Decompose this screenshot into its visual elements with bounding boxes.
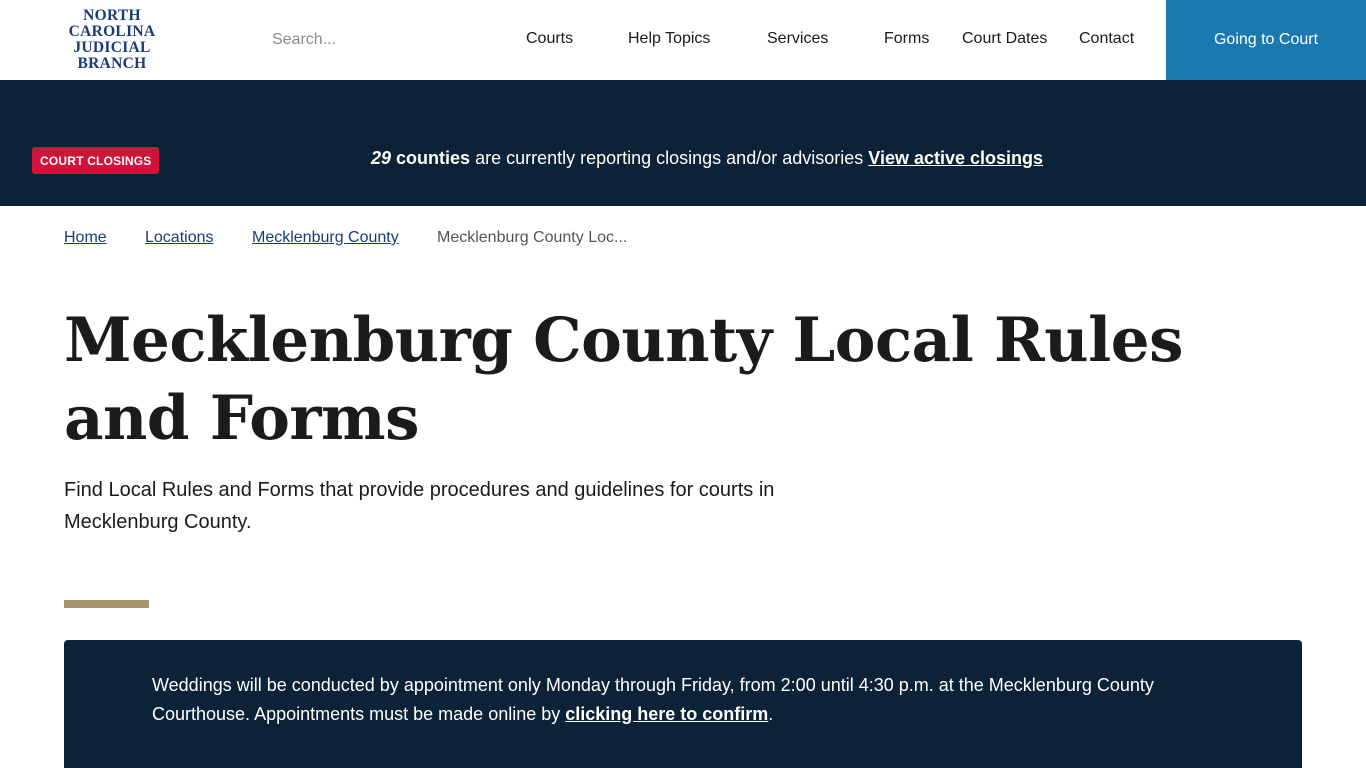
- nav-item-courts[interactable]: Courts: [526, 30, 573, 48]
- logo-line: JUDICIAL: [73, 39, 151, 56]
- closings-count: 29: [371, 148, 392, 168]
- view-active-closings-link[interactable]: View active closings: [868, 148, 1043, 168]
- page-title: Mecklenburg County Local Rules and Forms: [64, 305, 1183, 454]
- breadcrumb-current: Mecklenburg County Loc...: [437, 229, 628, 246]
- going-to-court-button[interactable]: Going to Court: [1166, 0, 1366, 80]
- court-closings-badge[interactable]: COURT CLOSINGS: [32, 147, 160, 174]
- breadcrumb-home[interactable]: Home: [64, 229, 107, 247]
- logo-line: NORTH: [83, 7, 141, 24]
- search-input[interactable]: [272, 29, 492, 51]
- court-closings-alert-bar: COURT CLOSINGS 29 counties are currently…: [0, 80, 1366, 206]
- nc-judicial-branch-logo[interactable]: NORTH CAROLINA JUDICIAL BRANCH: [56, 8, 168, 72]
- closings-counties-label: counties: [396, 148, 471, 168]
- logo-line: BRANCH: [77, 55, 147, 72]
- nav-item-help-topics[interactable]: Help Topics: [628, 30, 710, 48]
- breadcrumb-locations[interactable]: Locations: [145, 229, 214, 247]
- clicking-here-to-confirm-link[interactable]: clicking here to confirm: [565, 704, 768, 724]
- closings-alert-message: 29 counties are currently reporting clos…: [371, 148, 1043, 169]
- weddings-notice: Weddings will be conducted by appointmen…: [64, 640, 1302, 768]
- notice-text-after: .: [768, 704, 774, 724]
- nav-item-forms[interactable]: Forms: [884, 30, 929, 48]
- nav-item-services[interactable]: Services: [767, 30, 828, 48]
- nav-item-contact[interactable]: Contact: [1079, 30, 1134, 48]
- nav-item-court-dates[interactable]: Court Dates: [962, 30, 1047, 48]
- weddings-notice-text: Weddings will be conducted by appointmen…: [152, 671, 1232, 729]
- site-header: NORTH CAROLINA JUDICIAL BRANCH Courts He…: [0, 0, 1366, 80]
- page-lead-text: Find Local Rules and Forms that provide …: [64, 479, 775, 533]
- logo-line: CAROLINA: [68, 23, 156, 40]
- breadcrumb-mecklenburg-county[interactable]: Mecklenburg County: [252, 229, 399, 247]
- closings-message-text: are currently reporting closings and/or …: [470, 148, 869, 168]
- accent-divider: [64, 600, 149, 608]
